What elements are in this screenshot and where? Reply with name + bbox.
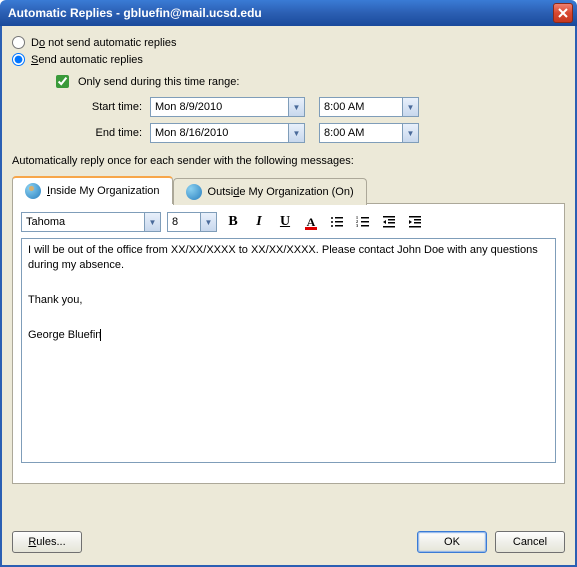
font-size-value: 8: [172, 216, 178, 228]
end-date-combo[interactable]: Mon 8/16/2010 ▼: [150, 123, 305, 143]
bold-button[interactable]: B: [223, 212, 243, 232]
end-time-row: End time: Mon 8/16/2010 ▼ 8:00 AM ▼: [52, 123, 565, 143]
section-label: Automatically reply once for each sender…: [12, 155, 565, 167]
start-date-combo[interactable]: Mon 8/9/2010 ▼: [150, 97, 305, 117]
tab-inside-label: Inside My Organization: [47, 185, 160, 197]
rules-button[interactable]: Rules...: [12, 531, 82, 553]
ok-button[interactable]: OK: [417, 531, 487, 553]
start-date-value: Mon 8/9/2010: [155, 101, 222, 113]
message-line: Thank you,: [28, 293, 549, 308]
send-radio[interactable]: [12, 53, 25, 66]
chevron-down-icon: ▼: [200, 213, 216, 231]
message-line: I will be out of the office from XX/XX/X…: [28, 243, 549, 274]
only-range-row[interactable]: Only send during this time range:: [52, 72, 565, 91]
start-time-label: Start time:: [52, 101, 142, 113]
formatting-toolbar: Tahoma ▼ 8 ▼ B I U A 123: [21, 212, 556, 232]
tabs: Inside My Organization Outside My Organi…: [12, 175, 565, 204]
globe-icon: [186, 184, 202, 200]
tab-content: Tahoma ▼ 8 ▼ B I U A 123: [12, 204, 565, 484]
dialog-body: Do not send automatic replies Send autom…: [0, 26, 577, 567]
decrease-indent-button[interactable]: [379, 212, 399, 232]
start-time-value: 8:00 AM: [324, 101, 364, 113]
chevron-down-icon: ▼: [402, 98, 418, 116]
font-size-combo[interactable]: 8 ▼: [167, 212, 217, 232]
chevron-down-icon: ▼: [288, 124, 304, 142]
title-bar: Automatic Replies - gbluefin@mail.ucsd.e…: [0, 0, 577, 26]
do-not-send-radio[interactable]: [12, 36, 25, 49]
dialog-buttons: Rules... OK Cancel: [12, 531, 565, 553]
end-time-value: 8:00 AM: [324, 127, 364, 139]
tab-outside-label: Outside My Organization (On): [208, 186, 354, 198]
tab-outside-org[interactable]: Outside My Organization (On): [173, 178, 367, 205]
only-range-checkbox[interactable]: [56, 75, 69, 88]
cancel-button[interactable]: Cancel: [495, 531, 565, 553]
window-title: Automatic Replies - gbluefin@mail.ucsd.e…: [8, 6, 262, 20]
only-range-label: Only send during this time range:: [78, 76, 239, 88]
tab-inside-org[interactable]: Inside My Organization: [12, 176, 173, 204]
font-name-combo[interactable]: Tahoma ▼: [21, 212, 161, 232]
chevron-down-icon: ▼: [288, 98, 304, 116]
end-time-label: End time:: [52, 127, 142, 139]
text-cursor-icon: [100, 329, 101, 341]
start-time-row: Start time: Mon 8/9/2010 ▼ 8:00 AM ▼: [52, 97, 565, 117]
increase-indent-button[interactable]: [405, 212, 425, 232]
end-date-value: Mon 8/16/2010: [155, 127, 228, 139]
end-time-combo[interactable]: 8:00 AM ▼: [319, 123, 419, 143]
number-list-button[interactable]: 123: [353, 212, 373, 232]
message-editor[interactable]: I will be out of the office from XX/XX/X…: [21, 238, 556, 463]
svg-text:3: 3: [356, 223, 358, 228]
start-time-combo[interactable]: 8:00 AM ▼: [319, 97, 419, 117]
person-icon: [25, 183, 41, 199]
message-line: George Bluefin: [28, 328, 549, 343]
font-name-value: Tahoma: [26, 216, 65, 228]
underline-button[interactable]: U: [275, 212, 295, 232]
send-label: Send automatic replies: [31, 54, 143, 66]
italic-button[interactable]: I: [249, 212, 269, 232]
close-button[interactable]: [553, 3, 573, 23]
font-color-button[interactable]: A: [301, 212, 321, 232]
chevron-down-icon: ▼: [402, 124, 418, 142]
bullet-list-button[interactable]: [327, 212, 347, 232]
do-not-send-row[interactable]: Do not send automatic replies: [12, 36, 565, 49]
chevron-down-icon: ▼: [144, 213, 160, 231]
do-not-send-label: Do not send automatic replies: [31, 37, 177, 49]
send-row[interactable]: Send automatic replies: [12, 53, 565, 66]
